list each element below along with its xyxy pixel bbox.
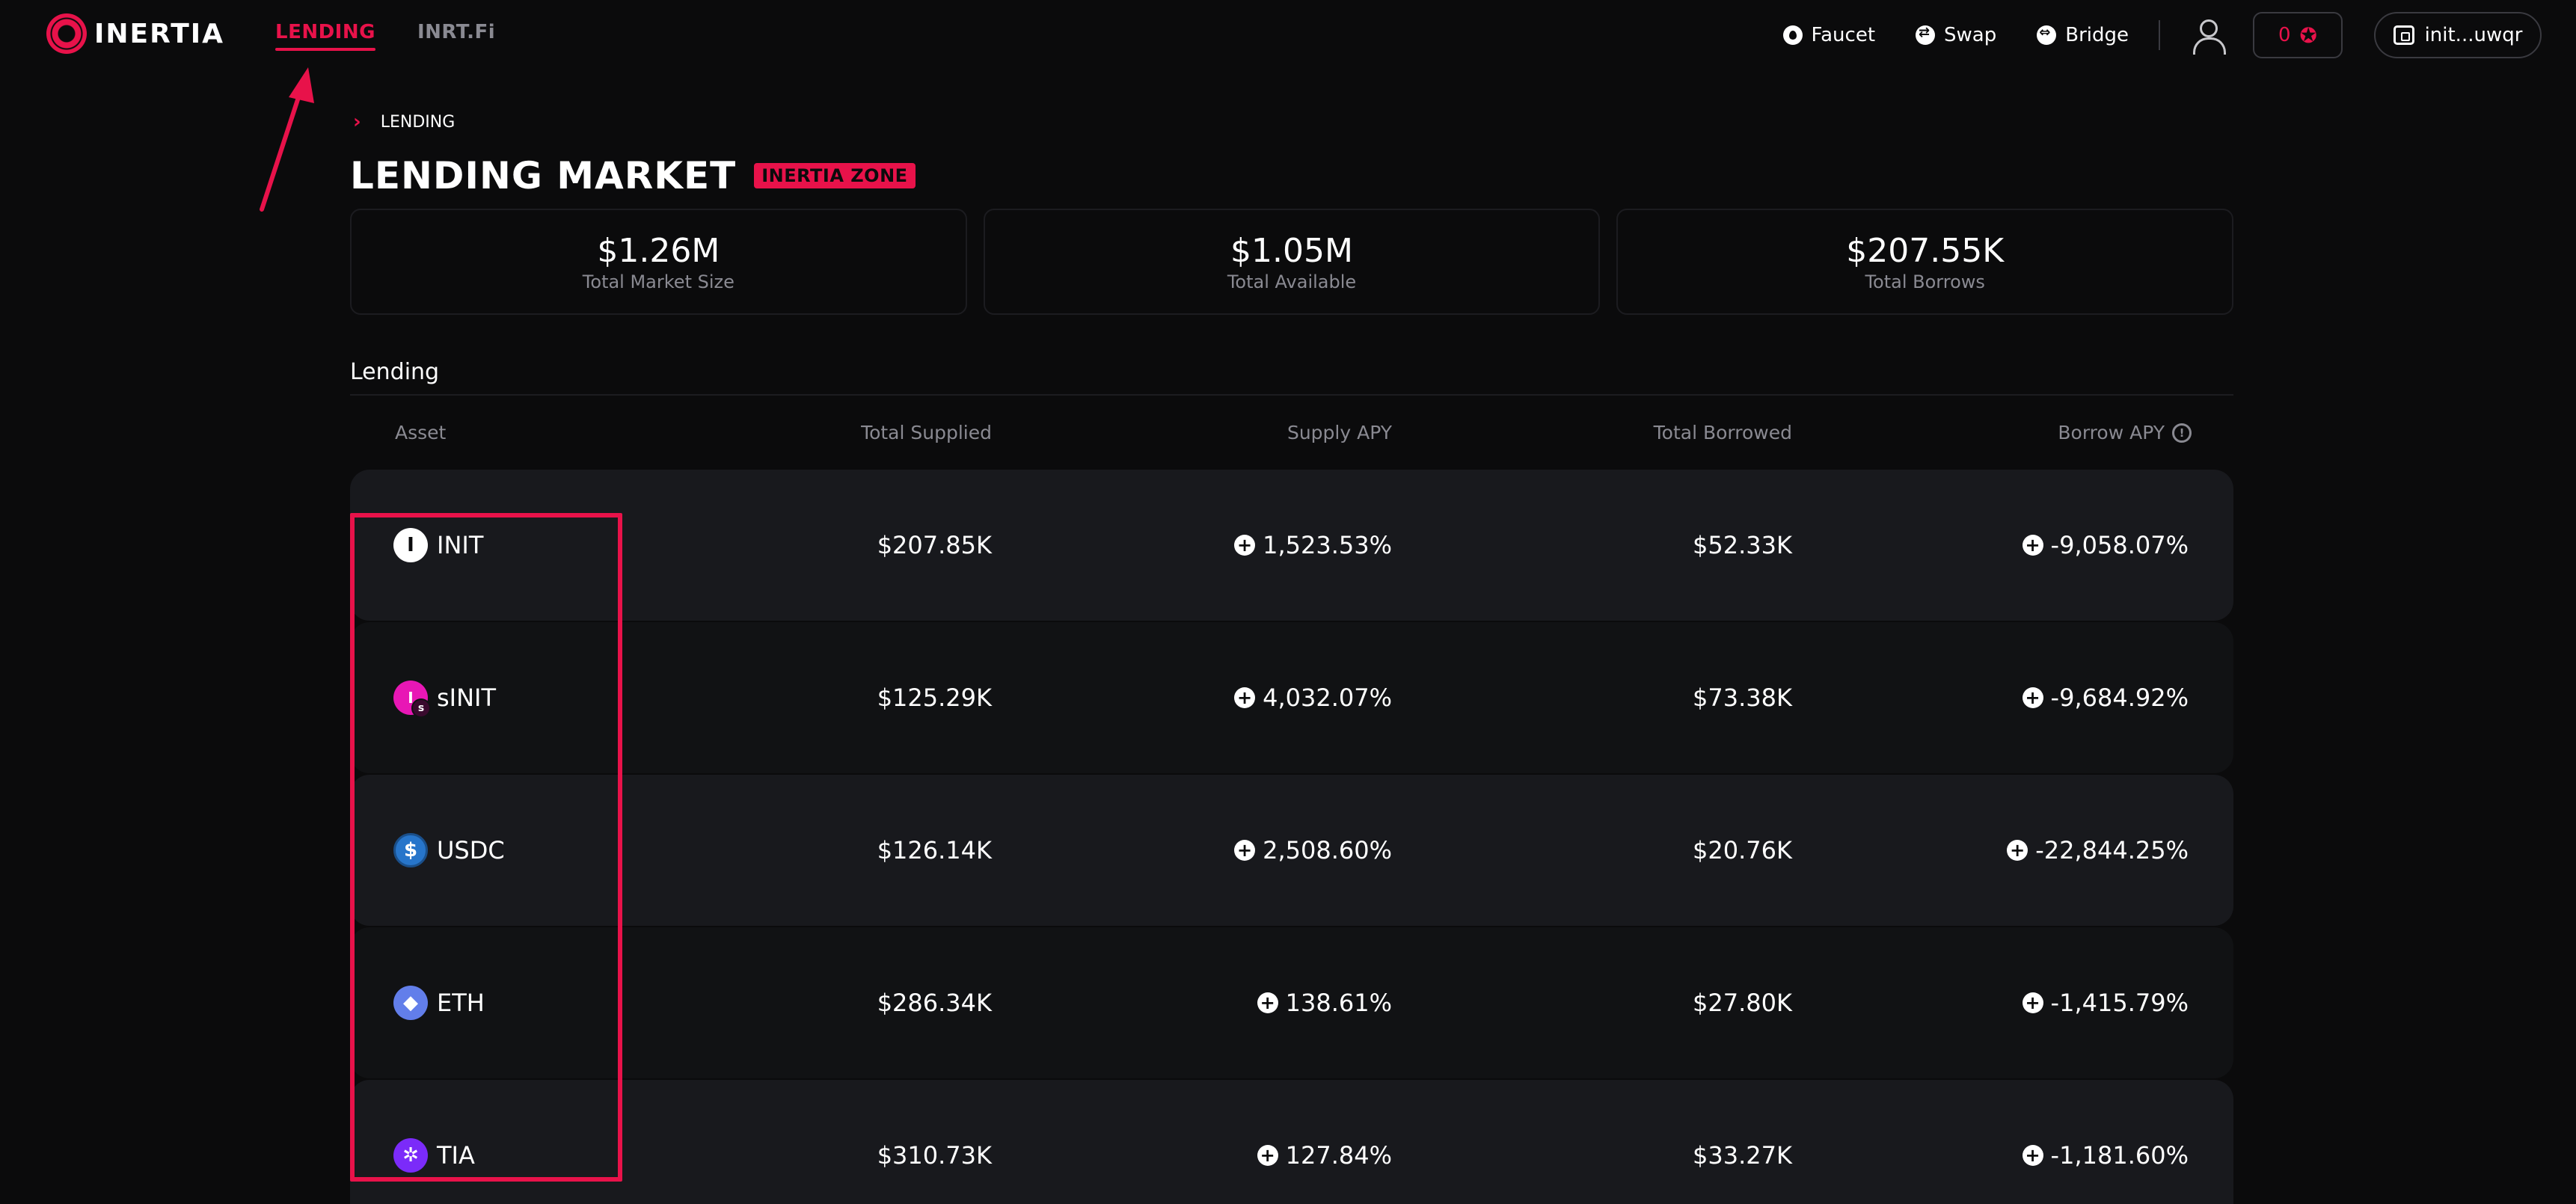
swap-button[interactable]: Swap <box>1916 24 1996 46</box>
total-supplied-cell: $286.34K <box>877 989 992 1017</box>
plus-circle-icon: + <box>2022 992 2043 1013</box>
plus-circle-icon: + <box>1234 840 1256 861</box>
faucet-icon <box>1782 25 1803 45</box>
wallet-icon <box>2393 25 2414 45</box>
plus-circle-icon: + <box>2022 1145 2043 1166</box>
table-row-sinit[interactable]: I sINIT $125.29K + 4,032.07% $73.38K + -… <box>350 622 2233 773</box>
bridge-label: Bridge <box>2065 24 2129 46</box>
annotation-highlight-box <box>350 513 622 1182</box>
table-row-eth[interactable]: ◆ ETH $286.34K + 138.61% $27.80K + -1,41… <box>350 927 2233 1078</box>
stat-card-total-market-size: $1.26M Total Market Size <box>350 209 967 315</box>
supply-apy-cell: + 138.61% <box>1257 927 1392 1078</box>
swap-icon <box>1916 25 1936 45</box>
plus-circle-icon: + <box>2022 687 2043 708</box>
wallet-address: init...uwqr <box>2424 24 2523 46</box>
inertia-logo-icon <box>46 13 87 54</box>
breadcrumb-item-lending[interactable]: LENDING <box>381 113 456 132</box>
stat-value: $1.26M <box>597 231 720 270</box>
points-count: 0 <box>2278 24 2291 46</box>
total-supplied-cell: $125.29K <box>877 684 992 712</box>
market-stats: $1.26M Total Market Size $1.05M Total Av… <box>350 209 2234 315</box>
supply-apy-value: 2,508.60% <box>1263 836 1392 864</box>
breadcrumb: › LENDING <box>353 111 455 133</box>
plus-circle-icon: + <box>1257 1145 1278 1166</box>
plus-circle-icon: + <box>1257 992 1278 1013</box>
supply-apy-cell: + 2,508.60% <box>1234 775 1392 926</box>
bridge-icon <box>2037 25 2057 45</box>
user-profile-icon[interactable] <box>2192 18 2226 55</box>
info-icon[interactable]: ! <box>2172 423 2192 443</box>
section-divider <box>350 394 2233 396</box>
borrow-apy-cell: + -9,684.92% <box>2022 622 2189 773</box>
borrow-apy-value: -9,058.07% <box>2050 531 2189 559</box>
star-icon: ✪ <box>2299 22 2317 48</box>
total-supplied-cell: $207.85K <box>877 531 992 559</box>
table-row-usdc[interactable]: $ USDC $126.14K + 2,508.60% $20.76K + -2… <box>350 775 2233 926</box>
borrow-apy-value: -1,181.60% <box>2050 1141 2189 1170</box>
stat-label: Total Available <box>1227 271 1357 292</box>
total-borrowed-cell: $27.80K <box>1693 989 1792 1017</box>
supply-apy-cell: + 127.84% <box>1257 1080 1392 1204</box>
borrow-apy-value: -9,684.92% <box>2050 684 2189 712</box>
wallet-button[interactable]: init...uwqr <box>2374 12 2542 58</box>
brand-name: INERTIA <box>94 18 225 49</box>
plus-circle-icon: + <box>1234 535 1256 556</box>
total-supplied-cell: $126.14K <box>877 836 992 864</box>
stat-value: $207.55K <box>1846 231 2005 270</box>
zone-badge: INERTIA ZONE <box>754 163 916 188</box>
supply-apy-cell: + 4,032.07% <box>1234 622 1392 773</box>
section-title-lending: Lending <box>350 359 440 385</box>
stat-card-total-borrows: $207.55K Total Borrows <box>1616 209 2234 315</box>
supply-apy-value: 138.61% <box>1285 989 1392 1017</box>
plus-circle-icon: + <box>2007 840 2028 861</box>
column-header-borrow-apy-label: Borrow APY <box>2058 422 2165 443</box>
column-header-total-supplied[interactable]: Total Supplied <box>861 422 992 443</box>
column-header-total-borrowed[interactable]: Total Borrowed <box>1654 422 1792 443</box>
faucet-button[interactable]: Faucet <box>1782 24 1876 46</box>
faucet-label: Faucet <box>1811 24 1876 46</box>
plus-circle-icon: + <box>1234 687 1256 708</box>
total-borrowed-cell: $33.27K <box>1693 1141 1792 1170</box>
right-navigation: Faucet Swap Bridge 0 ✪ init...uwqr <box>1782 12 2542 58</box>
bridge-button[interactable]: Bridge <box>2037 24 2129 46</box>
column-header-borrow-apy[interactable]: Borrow APY ! <box>2058 422 2192 443</box>
table-row-init[interactable]: I INIT $207.85K + 1,523.53% $52.33K + -9… <box>350 470 2233 621</box>
borrow-apy-cell: + -9,058.07% <box>2022 470 2189 621</box>
nav-divider <box>2159 20 2160 50</box>
stat-value: $1.05M <box>1230 231 1353 270</box>
column-header-asset[interactable]: Asset <box>395 422 446 443</box>
supply-apy-value: 127.84% <box>1285 1141 1392 1170</box>
brand-logo[interactable]: INERTIA <box>46 12 224 55</box>
table-row-tia[interactable]: ✲ TIA $310.73K + 127.84% $33.27K + -1,18… <box>350 1080 2233 1204</box>
plus-circle-icon: + <box>2022 535 2043 556</box>
top-navigation-bar: INERTIA LENDING INRT.Fi Faucet Swap Brid… <box>0 0 2576 69</box>
borrow-apy-cell: + -22,844.25% <box>2007 775 2189 926</box>
nav-link-inrt-fi[interactable]: INRT.Fi <box>417 21 495 43</box>
supply-apy-value: 1,523.53% <box>1263 531 1392 559</box>
chevron-right-icon: › <box>353 111 361 133</box>
column-header-supply-apy[interactable]: Supply APY <box>1287 422 1392 443</box>
borrow-apy-value: -1,415.79% <box>2050 989 2189 1017</box>
lending-table-body: I INIT $207.85K + 1,523.53% $52.33K + -9… <box>350 470 2233 1204</box>
borrow-apy-cell: + -1,181.60% <box>2022 1080 2189 1204</box>
page-title: LENDING MARKET <box>350 154 737 197</box>
stat-label: Total Market Size <box>582 271 735 292</box>
stat-card-total-available: $1.05M Total Available <box>983 209 1601 315</box>
total-supplied-cell: $310.73K <box>877 1141 992 1170</box>
total-borrowed-cell: $73.38K <box>1693 684 1792 712</box>
total-borrowed-cell: $52.33K <box>1693 531 1792 559</box>
page-header: LENDING MARKET INERTIA ZONE <box>350 154 916 197</box>
borrow-apy-value: -22,844.25% <box>2035 836 2189 864</box>
supply-apy-value: 4,032.07% <box>1263 684 1392 712</box>
stat-label: Total Borrows <box>1865 271 1985 292</box>
total-borrowed-cell: $20.76K <box>1693 836 1792 864</box>
table-header: Asset Total Supplied Supply APY Total Bo… <box>350 419 2233 449</box>
borrow-apy-cell: + -1,415.79% <box>2022 927 2189 1078</box>
swap-label: Swap <box>1944 24 1997 46</box>
points-button[interactable]: 0 ✪ <box>2253 12 2343 58</box>
nav-link-lending[interactable]: LENDING <box>275 21 375 51</box>
supply-apy-cell: + 1,523.53% <box>1234 470 1392 621</box>
